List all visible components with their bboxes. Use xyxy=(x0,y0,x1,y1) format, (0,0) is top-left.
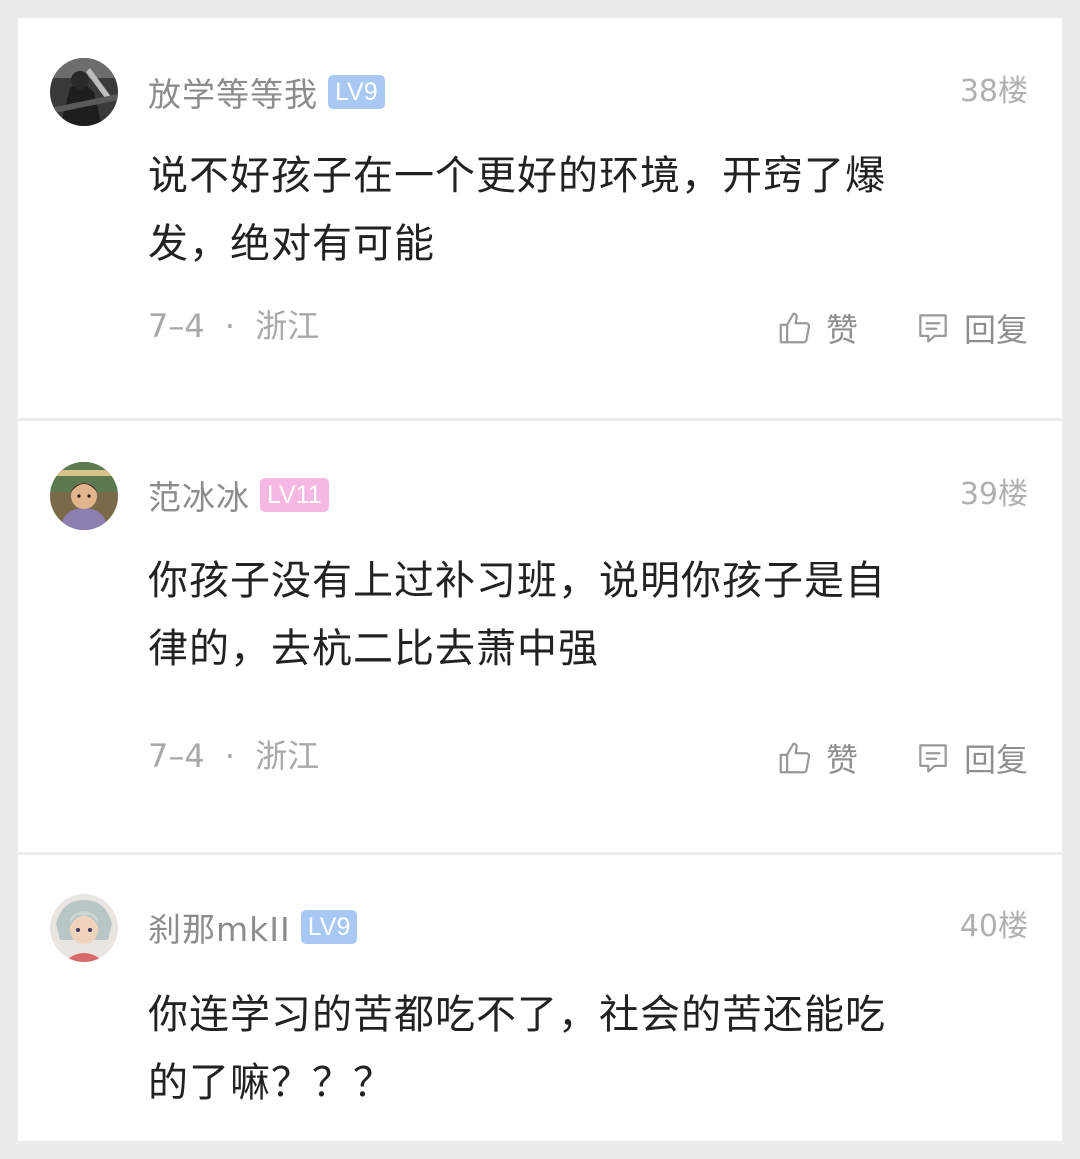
thumbs-up-icon xyxy=(779,312,811,344)
avatar[interactable] xyxy=(50,462,118,530)
comment-line: 发，绝对有可能 xyxy=(148,221,435,267)
comment-actions: 赞 回复 xyxy=(776,734,1028,782)
comment-line: 说不好孩子在一个更好的环境，开窍了爆 xyxy=(148,153,886,199)
level-badge: LV9 xyxy=(300,910,358,944)
like-label: 赞 xyxy=(825,741,858,779)
like-label: 赞 xyxy=(825,311,858,349)
comment-meta: 7–4 · 浙江 xyxy=(148,304,319,348)
avatar-image xyxy=(50,894,118,962)
avatar-image xyxy=(50,462,118,530)
username[interactable]: 放学等等我 xyxy=(148,68,318,116)
avatar[interactable] xyxy=(50,58,118,126)
reply-button[interactable]: 回复 xyxy=(914,305,1028,351)
comment-location: 浙江 xyxy=(255,737,320,775)
comment-text: 你孩子没有上过补习班，说明你孩子是自 律的，去杭二比去萧中强 xyxy=(148,547,1008,683)
meta-separator: · xyxy=(224,737,236,775)
meta-separator: · xyxy=(224,307,236,345)
floor-number: 38楼 xyxy=(959,74,1028,109)
comment-card: 范冰冰 LV11 39楼 你孩子没有上过补习班，说明你孩子是自 律的，去杭二比去… xyxy=(18,421,1062,852)
comment-line: 的了嘛？？？ xyxy=(148,1060,394,1106)
comment-line: 你孩子没有上过补习班，说明你孩子是自 xyxy=(148,558,886,604)
comment-date: 7–4 xyxy=(148,307,205,345)
comment-card: 刹那mkII LV9 40楼 你连学习的苦都吃不了，社会的苦还能吃 的了嘛？？？ xyxy=(18,855,1062,1141)
reply-button[interactable]: 回复 xyxy=(914,735,1028,781)
thumbs-up-icon xyxy=(779,742,811,774)
level-badge: LV9 xyxy=(328,75,385,109)
comment-meta: 7–4 · 浙江 xyxy=(148,734,319,778)
comment-icon xyxy=(919,314,947,343)
username[interactable]: 刹那mkII xyxy=(148,903,291,951)
floor-number: 39楼 xyxy=(959,477,1028,512)
comment-actions: 赞 回复 xyxy=(776,304,1028,352)
level-badge: LV11 xyxy=(260,478,329,512)
reply-label: 回复 xyxy=(963,741,1028,779)
user-info: 范冰冰 LV11 xyxy=(148,473,329,517)
comment-icon xyxy=(919,744,947,773)
avatar-image xyxy=(50,58,118,126)
like-button[interactable]: 赞 xyxy=(776,735,858,781)
comment-location: 浙江 xyxy=(255,307,320,345)
floor-number: 40楼 xyxy=(959,909,1028,944)
comment-line: 你连学习的苦都吃不了，社会的苦还能吃 xyxy=(148,992,886,1038)
comment-text: 说不好孩子在一个更好的环境，开窍了爆 发，绝对有可能 xyxy=(148,142,1008,278)
comment-text: 你连学习的苦都吃不了，社会的苦还能吃 的了嘛？？？ xyxy=(148,981,1008,1117)
reply-label: 回复 xyxy=(963,311,1028,349)
comment-date: 7–4 xyxy=(148,737,205,775)
like-button[interactable]: 赞 xyxy=(776,305,858,351)
username[interactable]: 范冰冰 xyxy=(148,471,250,519)
comment-line: 律的，去杭二比去萧中强 xyxy=(148,626,599,672)
user-info: 放学等等我 LV9 xyxy=(148,70,385,114)
comment-card: 放学等等我 LV9 38楼 说不好孩子在一个更好的环境，开窍了爆 发，绝对有可能… xyxy=(18,18,1062,418)
avatar[interactable] xyxy=(50,894,118,962)
user-info: 刹那mkII LV9 xyxy=(148,903,358,951)
